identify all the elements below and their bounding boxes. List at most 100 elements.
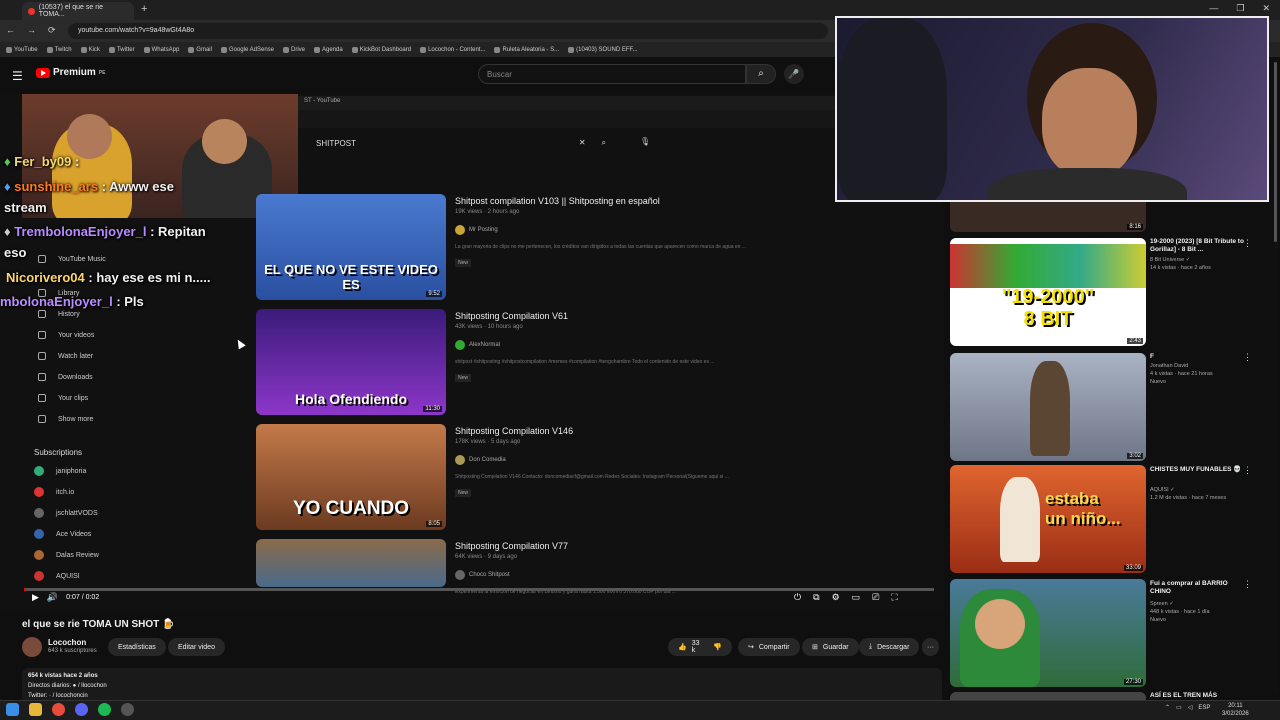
cast-button[interactable]: ⎚ <box>872 592 879 603</box>
chat-text: : Repitan <box>146 224 206 239</box>
bookmark-icon <box>80 46 87 53</box>
result-title: Shitposting Compilation V61 <box>455 311 569 321</box>
channel-avatar[interactable] <box>22 637 42 657</box>
channel-label: Mr Posting <box>469 227 498 233</box>
sidebar-thumbnail[interactable] <box>950 692 1146 700</box>
progress-bar[interactable] <box>24 588 934 591</box>
bookmark-label: (10403) SOUND EFF... <box>576 46 638 53</box>
more-options-icon[interactable]: ⋮ <box>1243 465 1252 476</box>
sidebar-title[interactable]: 19-2000 (2023) [8 Bit Tribute to Gorilla… <box>1150 238 1250 254</box>
forward-button[interactable]: → <box>27 25 36 36</box>
bookmark-item[interactable]: Twitch <box>46 46 72 53</box>
sidebar-thumbnail[interactable]: "19-2000" 8 BIT 2:43 <box>950 238 1146 346</box>
download-button[interactable]: ⤓ Descargar <box>859 638 920 656</box>
search-button[interactable]: ⌕ <box>746 64 776 84</box>
result-desc: La gran mayoria de clips no me pertenece… <box>455 244 747 250</box>
language-indicator[interactable]: ESP <box>1198 705 1210 711</box>
result-desc: Shitposting Compilation V146 Contacto: d… <box>455 474 729 480</box>
sidebar-title[interactable]: Fui a comprar al BARRIO CHINO <box>1150 580 1250 596</box>
result-thumbnail: YO CUANDO 8:05 <box>256 424 446 530</box>
bookmark-item[interactable]: Kick <box>80 46 100 53</box>
stats-button[interactable]: Estadísticas <box>108 638 166 656</box>
minimize-button[interactable]: — <box>1209 3 1218 14</box>
close-window-button[interactable]: ✕ <box>1262 3 1270 14</box>
avatar <box>455 455 465 465</box>
bookmark-item[interactable]: Ruleta Aleatoria - S... <box>494 46 559 53</box>
result-title: Shitposting Compilation V77 <box>455 541 569 551</box>
sidebar-title[interactable]: CHISTES MUY FUNABLES 💀 <box>1150 466 1250 474</box>
bookmark-item[interactable]: YouTube <box>6 46 38 53</box>
streamer-face <box>1042 68 1137 178</box>
voice-search-button[interactable]: 🎤 <box>784 64 804 84</box>
windows-start-icon[interactable] <box>6 703 19 716</box>
player-controls-left: ▶ 🔊 0:07 / 0:02 <box>32 592 99 603</box>
sub-item: jschlattVODS <box>34 508 98 518</box>
volume-icon[interactable]: ◁ <box>1188 704 1193 711</box>
bookmark-item[interactable]: Google AdSense <box>220 46 274 53</box>
more-options-icon[interactable]: ⋮ <box>1243 238 1252 249</box>
fullscreen-button[interactable]: ⛶ <box>891 592 897 603</box>
menu-item-your-videos: Your videos <box>38 331 94 339</box>
bookmark-icon <box>314 46 321 53</box>
like-button[interactable]: 👍 33 k 👎 <box>668 638 732 656</box>
more-actions-button[interactable]: ··· <box>922 638 939 656</box>
sub-label: itch.io <box>56 488 75 496</box>
youtube-logo[interactable]: Premium PE <box>36 67 105 78</box>
menu-icon[interactable]: ☰ <box>12 69 23 83</box>
bookmark-item[interactable]: Gmail <box>188 46 212 53</box>
chat-message: Nicorivero04 : hay ese es mi n..... <box>6 270 211 285</box>
browser-tab[interactable]: (10537) el que se rie TOMA... <box>22 2 134 20</box>
chrome-icon[interactable] <box>52 703 65 716</box>
bookmark-label: KickBot Dashboard <box>359 46 412 53</box>
logo-text: Premium <box>53 67 96 78</box>
url-field[interactable]: youtube.com/watch?v=9a48wGt4A8o <box>68 23 828 39</box>
subscriptions-header: Subscriptions <box>34 448 83 457</box>
obs-icon[interactable] <box>121 703 134 716</box>
channel-label: Don Comedia <box>469 457 506 463</box>
sidebar-title[interactable]: F <box>1150 353 1250 361</box>
result-channel: Don Comedia <box>455 455 506 465</box>
more-options-icon[interactable]: ⋮ <box>1243 579 1252 590</box>
taskbar-clock[interactable]: 20:11 3/02/2026 <box>1222 702 1249 718</box>
bookmark-item[interactable]: (10403) SOUND EFF... <box>568 46 638 53</box>
bookmark-item[interactable]: Twitter <box>108 46 135 53</box>
sidebar-title[interactable]: ASÍ ES EL TREN MÁS <box>1150 692 1250 700</box>
reload-button[interactable]: ⟳ <box>48 25 56 36</box>
file-explorer-icon[interactable] <box>29 703 42 716</box>
bookmark-item[interactable]: WhatsApp <box>143 46 179 53</box>
edit-video-button[interactable]: Editar video <box>168 638 225 656</box>
sidebar-meta: 8 Bit Universe ✓ 14 k vistas · hace 2 añ… <box>1150 257 1211 271</box>
back-button[interactable]: ← <box>6 25 15 36</box>
bookmark-item[interactable]: Agenda <box>314 46 343 53</box>
sidebar-thumbnail[interactable]: 27:30 <box>950 579 1146 687</box>
sidebar-thumbnail[interactable]: estaba un niño... 33:09 <box>950 465 1146 573</box>
network-icon[interactable]: ▭ <box>1176 704 1182 711</box>
more-options-icon[interactable]: ⋮ <box>1243 352 1252 363</box>
new-tab-button[interactable]: + <box>141 3 147 15</box>
bookmark-item[interactable]: KickBot Dashboard <box>351 46 412 53</box>
spotify-icon[interactable] <box>98 703 111 716</box>
chevron-up-icon[interactable]: ⌃ <box>1165 704 1170 711</box>
bookmark-item[interactable]: Drive <box>283 46 305 53</box>
subtitles-button[interactable]: ⧉ <box>813 592 819 603</box>
result-thumbnail <box>256 539 446 587</box>
save-button[interactable]: ⊞ Guardar <box>802 638 859 656</box>
discord-icon[interactable] <box>75 703 88 716</box>
channel-name[interactable]: Locochon <box>48 638 86 647</box>
taskbar <box>0 700 1280 720</box>
maximize-button[interactable]: ❐ <box>1236 3 1244 14</box>
duration-badge: 11:30 <box>423 406 442 412</box>
result-meta: 178K views · 5 days ago <box>455 439 521 445</box>
search-input[interactable]: Buscar <box>478 64 746 84</box>
share-button[interactable]: ↪ Compartir <box>738 638 800 656</box>
scrollbar-thumb[interactable] <box>1274 62 1277 242</box>
miniplayer-button[interactable]: ▭ <box>852 592 861 603</box>
sidebar-thumbnail[interactable]: 3:02 <box>950 353 1146 461</box>
volume-button[interactable]: 🔊 <box>47 592 58 603</box>
settings-icon[interactable]: ⚙ <box>832 592 840 603</box>
autoplay-toggle[interactable]: ⏻ <box>794 592 801 603</box>
play-button[interactable]: ▶ <box>32 592 39 603</box>
music-icon <box>38 255 46 263</box>
sidebar-thumbnail[interactable]: 8:16 <box>950 202 1146 232</box>
bookmark-item[interactable]: Locochon - Content... <box>420 46 485 53</box>
